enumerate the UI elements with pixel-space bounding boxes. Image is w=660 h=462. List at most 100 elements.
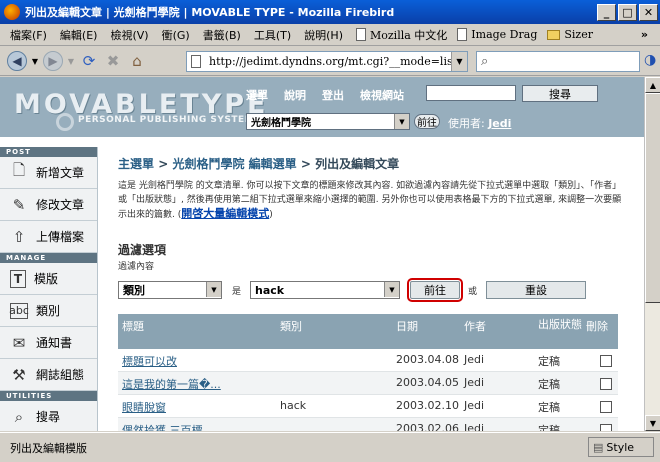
bookmark-label: Image Drag: [471, 28, 538, 41]
table-row: 偶然拾獲 三百標... 2003.02.06 Jedi 定稿: [118, 418, 618, 431]
sidebar-item-notifications[interactable]: ✉ 通知書: [0, 327, 97, 359]
menu-bookmarks[interactable]: 書籤(B): [203, 27, 241, 43]
menu-tools[interactable]: 工具(T): [254, 27, 291, 43]
sidebar: POST 🗋 新增文章 ✎ 修改文章 ⇧ 上傳檔案 MANAGE T 模版 abc 類別 …: [0, 147, 98, 431]
browser-search-field[interactable]: ⌕: [476, 51, 640, 72]
forward-button[interactable]: ▶: [42, 50, 64, 72]
entry-title-link[interactable]: 眼睛脫窗: [122, 399, 166, 415]
mt-search-button[interactable]: 搜尋: [522, 85, 598, 102]
url-dropdown-icon[interactable]: ▼: [451, 52, 467, 71]
envelope-icon: ✉: [12, 333, 26, 352]
delete-checkbox[interactable]: [600, 424, 612, 431]
sidebar-item-edit-entries[interactable]: ✎ 修改文章: [0, 189, 97, 221]
entry-date: 2003.02.06: [396, 422, 459, 431]
col-author[interactable]: 作者: [464, 318, 486, 334]
menu-view[interactable]: 檢視(V): [110, 27, 148, 43]
entry-status: 定稿: [538, 401, 560, 414]
home-button[interactable]: ⌂: [126, 50, 148, 72]
sidebar-item-weblog-config[interactable]: ⚒ 網誌組態: [0, 359, 97, 391]
edit-entry-icon: ✎: [12, 195, 26, 214]
sidebar-item-label: 模版: [34, 272, 59, 286]
scroll-thumb[interactable]: [645, 93, 660, 303]
bookmark-mozilla-zh[interactable]: Mozilla 中文化: [356, 27, 447, 43]
sidebar-item-search[interactable]: ⌕ 搜尋: [0, 401, 97, 431]
col-title[interactable]: 標題: [122, 318, 144, 334]
status-text: 列出及編輯模版: [10, 441, 87, 455]
url-bar[interactable]: http://jedimt.dyndns.org/mt.cgi?__mode=l…: [186, 51, 468, 72]
sidebar-item-label: 通知書: [36, 336, 73, 350]
sidebar-item-new-entry[interactable]: 🗋 新增文章: [0, 157, 97, 189]
gear-icon: [56, 113, 74, 131]
blog-go-button[interactable]: 前往: [414, 114, 440, 129]
table-row: 這是我的第一篇�... 2003.04.05 Jedi 定稿: [118, 372, 618, 395]
breadcrumb-blog[interactable]: 光劍格鬥學院 編輯選單: [172, 157, 296, 171]
stop-button[interactable]: ✖: [102, 50, 124, 72]
mt-search-input[interactable]: [426, 85, 516, 101]
menu-edit[interactable]: 編輯(E): [60, 27, 98, 43]
home-icon: ⌂: [132, 52, 142, 70]
page-icon: [457, 28, 468, 41]
table-header: 標題 類別 日期 作者 出版狀態 刪除: [118, 314, 618, 349]
delete-checkbox[interactable]: [600, 401, 612, 413]
sidebar-item-templates[interactable]: T 模版: [0, 263, 97, 295]
scroll-up-icon[interactable]: ▲: [645, 77, 660, 93]
entry-author: Jedi: [464, 376, 485, 389]
entry-date: 2003.04.05: [396, 376, 459, 389]
vertical-scrollbar[interactable]: ▲ ▼: [644, 77, 660, 431]
menu-help[interactable]: 說明(H): [304, 27, 343, 43]
entry-category: hack: [280, 399, 307, 412]
maximize-button[interactable]: □: [618, 3, 637, 21]
filter-field-select[interactable]: 類別 ▼: [118, 281, 222, 299]
forward-arrow-icon: ▶: [43, 51, 63, 71]
delete-checkbox[interactable]: [600, 355, 612, 367]
col-date[interactable]: 日期: [396, 318, 418, 334]
filter-is-label: 是: [232, 287, 242, 297]
entry-author: Jedi: [464, 422, 485, 431]
back-button[interactable]: ◀: [6, 50, 28, 72]
scroll-down-icon[interactable]: ▼: [645, 415, 660, 431]
bookmark-image-drag[interactable]: Image Drag: [457, 28, 537, 41]
minimize-button[interactable]: _: [597, 3, 616, 21]
header-link-view-site[interactable]: 檢視網站: [360, 87, 404, 103]
header-link-help[interactable]: 說明: [284, 87, 306, 103]
entry-title-link[interactable]: 這是我的第一篇�...: [122, 376, 221, 392]
firebird-icon: [4, 4, 20, 20]
chevron-down-icon: ▼: [384, 282, 399, 297]
style-switcher[interactable]: ▤ Style: [588, 437, 654, 457]
table-row: 標題可以改 2003.04.08 Jedi 定稿: [118, 349, 618, 372]
page-icon: [191, 55, 201, 68]
delete-checkbox[interactable]: [600, 378, 612, 390]
table-row: 眼睛脫窗 hack 2003.02.10 Jedi 定稿: [118, 395, 618, 418]
menu-file[interactable]: 檔案(F): [10, 27, 47, 43]
close-button[interactable]: ✕: [639, 3, 658, 21]
power-edit-link[interactable]: 開啓大量編輯模式: [181, 207, 269, 220]
sidebar-item-categories[interactable]: abc 類別: [0, 295, 97, 327]
col-category[interactable]: 類別: [280, 318, 302, 334]
entry-title-link[interactable]: 偶然拾獲 三百標...: [122, 422, 213, 431]
col-delete[interactable]: 刪除: [586, 318, 608, 334]
header-link-logout[interactable]: 登出: [322, 87, 344, 103]
filter-value-select[interactable]: hack ▼: [250, 281, 400, 299]
reload-icon: ⟳: [82, 52, 96, 70]
bookmark-label: Sizer: [564, 28, 593, 41]
menu-go[interactable]: 衝(G): [162, 27, 190, 43]
upload-icon: ⇧: [12, 227, 26, 246]
forward-dropdown-icon[interactable]: ▼: [66, 50, 76, 72]
sidebar-item-label: 搜尋: [36, 410, 61, 424]
blog-select[interactable]: 光劍格鬥學院 ▼: [246, 113, 410, 130]
page-description: 這是 光劍格鬥學院 的文章清單. 你可以按下文章的標題來修改其內容. 如欲過濾內…: [118, 181, 622, 220]
bookmark-sizer[interactable]: Sizer: [547, 28, 593, 41]
breadcrumb-home[interactable]: 主選單: [118, 157, 154, 171]
header-link-menu[interactable]: 選單: [246, 87, 268, 103]
reload-button[interactable]: ⟳: [78, 50, 100, 72]
sidebar-item-upload[interactable]: ⇧ 上傳檔案: [0, 221, 97, 253]
filter-go-button[interactable]: 前往: [407, 278, 463, 302]
chevron-more-icon[interactable]: »: [641, 28, 648, 41]
entry-date: 2003.02.10: [396, 399, 459, 412]
entry-status: 定稿: [538, 355, 560, 368]
col-status[interactable]: 出版狀態: [538, 318, 582, 332]
user-link[interactable]: Jedi: [488, 117, 511, 130]
entry-title-link[interactable]: 標題可以改: [122, 353, 177, 369]
filter-reset-button[interactable]: 重設: [486, 281, 586, 299]
back-dropdown-icon[interactable]: ▼: [30, 50, 40, 72]
